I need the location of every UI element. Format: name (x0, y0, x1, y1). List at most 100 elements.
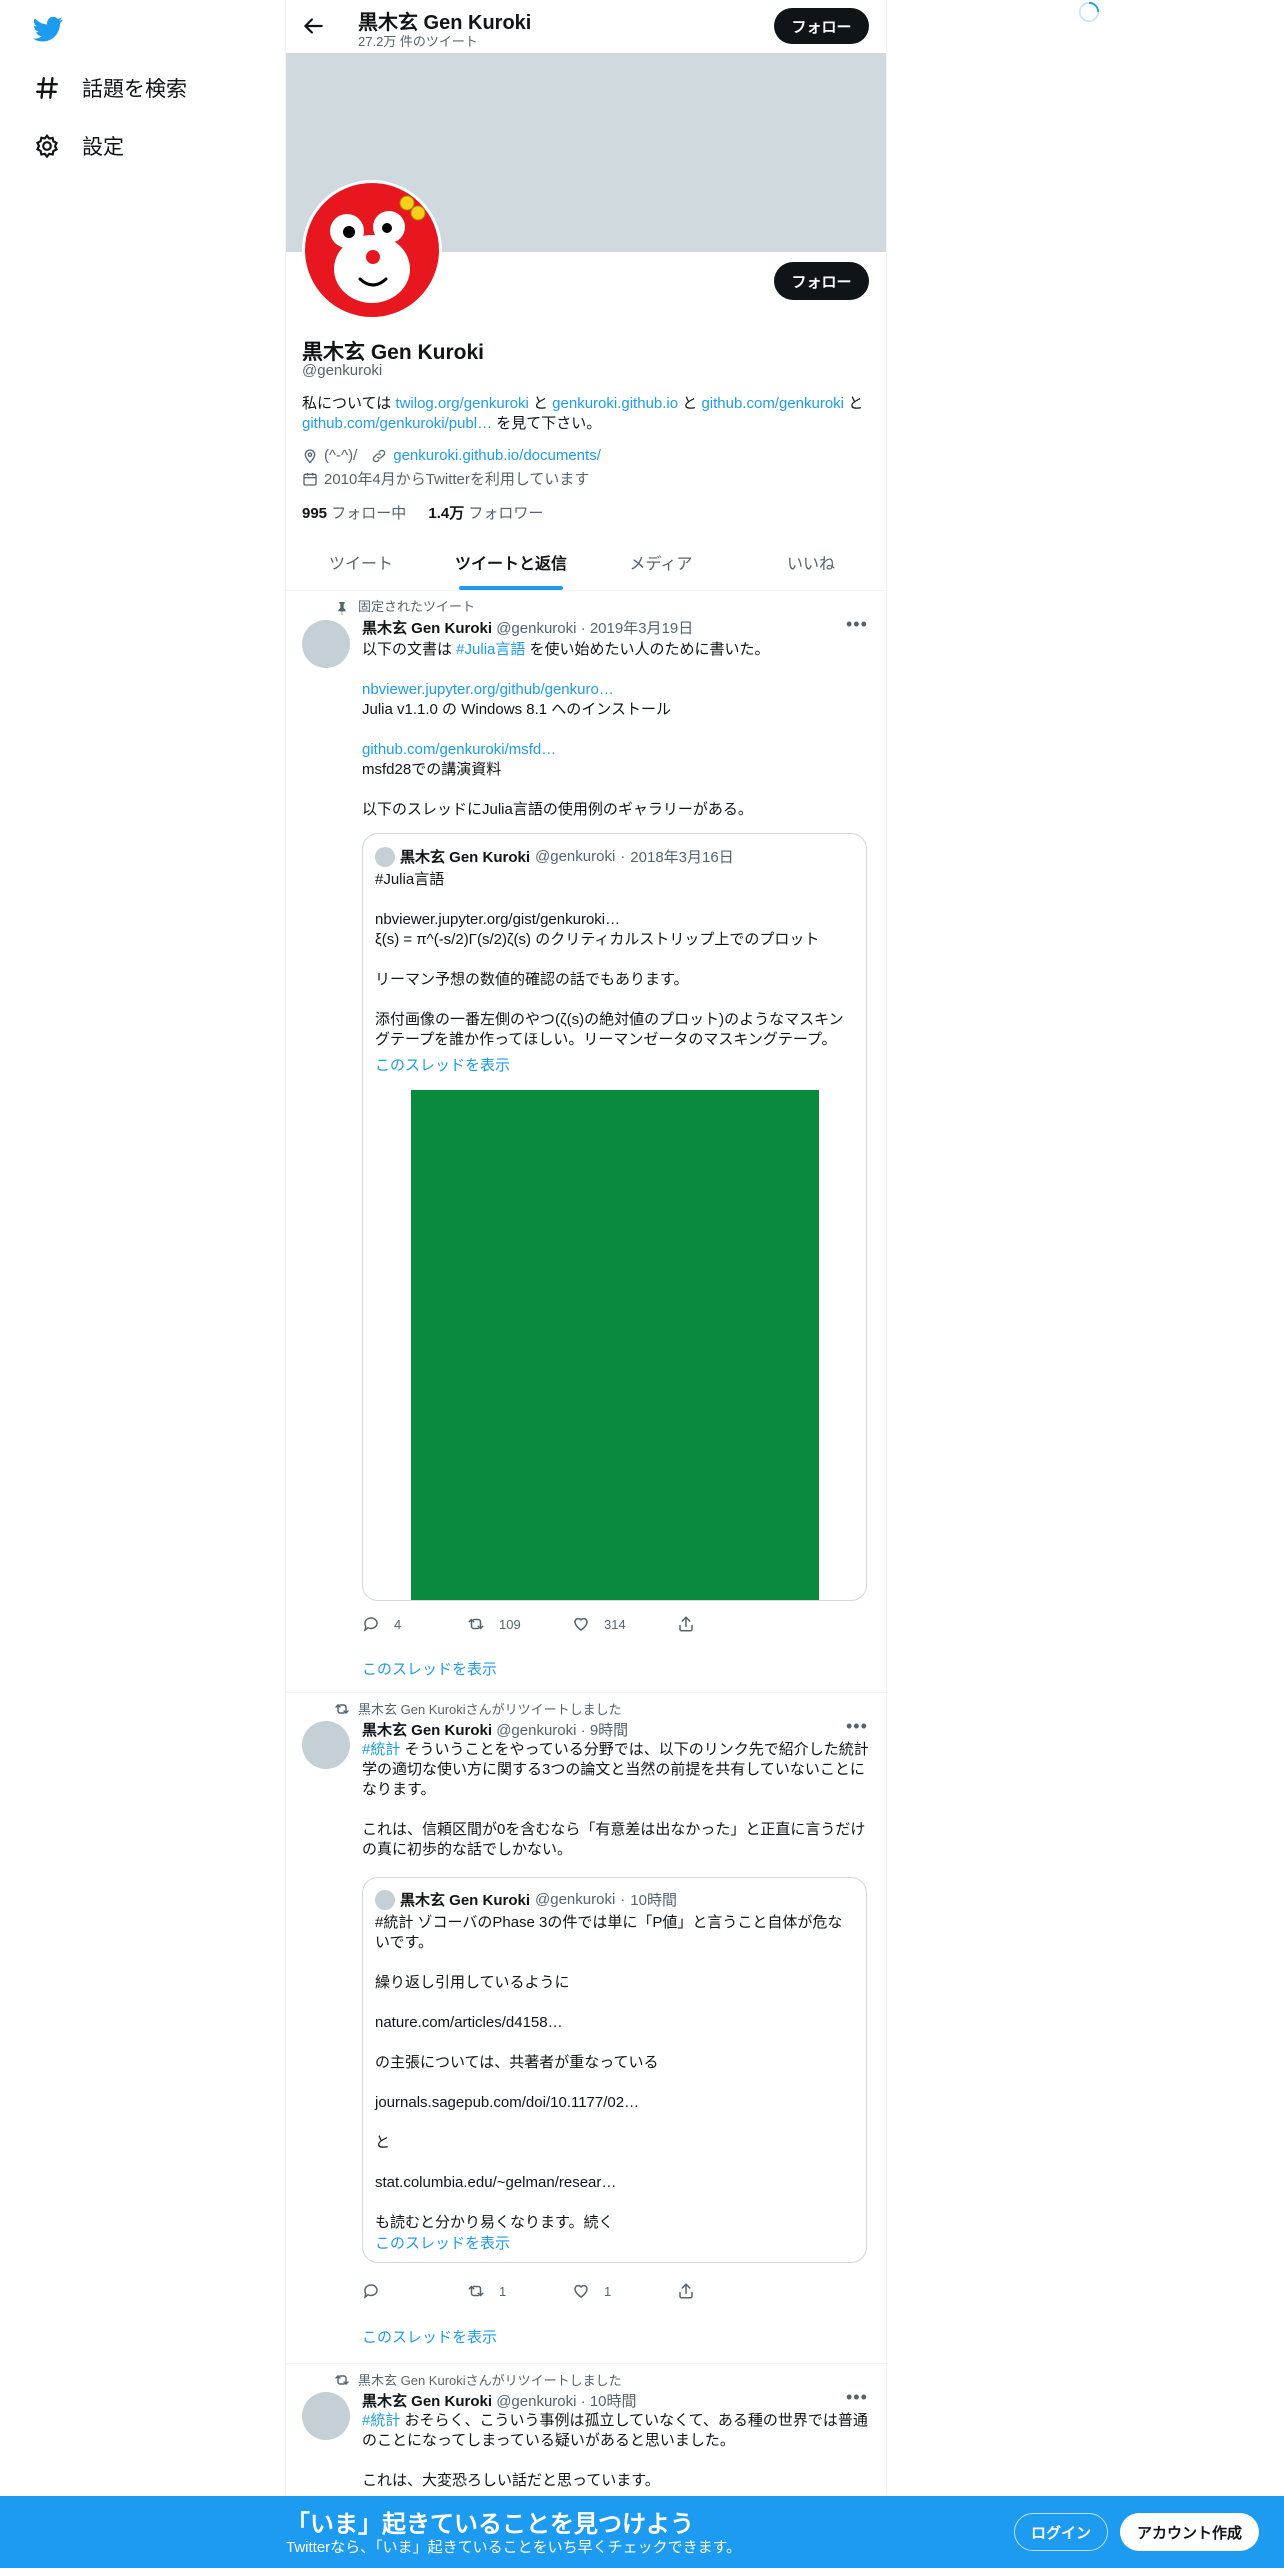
author-name[interactable]: 黒木玄 Gen Kuroki (362, 1722, 492, 1739)
quote-header: 黒木玄 Gen Kuroki @genkuroki · 2018年3月16日 (375, 846, 734, 867)
following-count: 995 (302, 505, 328, 522)
followers-label: フォロワー (468, 505, 544, 522)
quote-author-handle: @genkuroki (535, 848, 616, 865)
hashtag-link[interactable]: #Julia言語 (456, 641, 525, 658)
avatar[interactable] (302, 620, 350, 668)
signup-banner-title: 「いま」起きていることを見つけよう (286, 2511, 694, 2538)
profile-follow-button[interactable]: フォロー (774, 262, 869, 300)
loading-spinner-icon (1078, 1, 1100, 23)
tweet-actions: 4 109 314 (362, 1615, 782, 1633)
bio-link-twilog[interactable]: twilog.org/genkuroki (395, 395, 528, 412)
tweet[interactable]: 固定されたツイート 黒木玄 Gen Kuroki @genkuroki · 20… (286, 590, 886, 1692)
twitter-logo-icon[interactable] (32, 14, 64, 44)
retweet-button[interactable]: 1 (467, 2282, 572, 2300)
tweet-text: おそらく、こういう事例は孤立していなくて、ある種の世界では普通のことになってしま… (362, 2412, 868, 2489)
tweet-time[interactable]: 10時間 (590, 2393, 637, 2410)
like-button[interactable]: 314 (572, 1615, 677, 1633)
profile-tabs: ツイート ツイートと返信 メディア いいね (286, 534, 886, 591)
nav-explore-label: 話題を検索 (82, 78, 187, 101)
quoted-tweet[interactable]: 黒木玄 Gen Kuroki @genkuroki · 2018年3月16日 #… (362, 833, 867, 1601)
author-handle[interactable]: @genkuroki (496, 2393, 576, 2410)
separator-dot: · (580, 620, 586, 637)
tweet-body: #統計 おそらく、こういう事例は孤立していなくて、ある種の世界では普通のことにな… (362, 2411, 872, 2491)
back-arrow-icon[interactable] (300, 13, 326, 39)
tweet-time[interactable]: 2019年3月19日 (590, 620, 693, 637)
tweet[interactable]: 黒木玄 Gen Kurokiさんがリツイートしました 黒木玄 Gen Kurok… (286, 1693, 886, 2363)
show-thread-link[interactable]: このスレッドを表示 (362, 2326, 497, 2347)
author-name[interactable]: 黒木玄 Gen Kuroki (362, 620, 492, 637)
profile-joined: 2010年4月からTwitterを利用しています (324, 471, 590, 488)
share-button[interactable] (677, 2282, 782, 2300)
reply-count: 4 (394, 1616, 402, 1632)
tweet-text: msfd28での講演資料 (362, 761, 502, 778)
tab-media[interactable]: メディア (586, 534, 736, 590)
author-handle[interactable]: @genkuroki (496, 620, 576, 637)
bio-link-github-io[interactable]: genkuroki.github.io (552, 395, 678, 412)
separator-dot: · (580, 2393, 586, 2410)
header-follow-button[interactable]: フォロー (774, 8, 869, 44)
tweet-actions: 1 1 (362, 2282, 782, 2300)
like-count: 314 (604, 1616, 626, 1632)
calendar-icon (303, 472, 317, 486)
quoted-tweet[interactable]: 黒木玄 Gen Kuroki @genkuroki · 10時間 #統計 ゾコー… (362, 1877, 867, 2263)
header-tweet-count: 27.2万 件のツイート (358, 34, 478, 49)
tweet-text: を使い始めたい人のために書いた。 (525, 641, 770, 658)
signup-button[interactable]: アカウント作成 (1120, 2513, 1259, 2551)
tab-likes[interactable]: いいね (736, 534, 886, 590)
reply-button[interactable]: 4 (362, 1615, 467, 1633)
like-button[interactable]: 1 (572, 2282, 677, 2300)
avatar[interactable] (302, 2392, 350, 2440)
more-options-icon[interactable]: ••• (846, 2387, 868, 2408)
hashtag-link[interactable]: #統計 (362, 1741, 400, 1758)
bio-text: 私については (302, 395, 396, 412)
retweet-count: 109 (499, 1616, 521, 1632)
profile-bio: 私については twilog.org/genkuroki と genkuroki.… (302, 394, 872, 434)
avatar[interactable] (302, 1721, 350, 1769)
tweet-context: 固定されたツイート (358, 599, 476, 614)
bio-text: と (844, 395, 864, 412)
tweet-link[interactable]: github.com/genkuroki/msfd… (362, 741, 556, 758)
tab-tweets[interactable]: ツイート (286, 534, 436, 590)
tweet[interactable]: 黒木玄 Gen Kurokiさんがリツイートしました 黒木玄 Gen Kurok… (286, 2364, 886, 2496)
nav-settings[interactable]: 設定 (34, 131, 124, 161)
retweet-icon (335, 1704, 349, 1714)
tab-tweets-and-replies[interactable]: ツイートと返信 (436, 534, 586, 590)
followers-count: 1.4万 (428, 505, 465, 522)
tweet-header: 黒木玄 Gen Kuroki @genkuroki · 9時間 (362, 1719, 628, 1740)
more-options-icon[interactable]: ••• (846, 614, 868, 635)
quote-time: 10時間 (630, 1892, 677, 1909)
quote-show-thread[interactable]: このスレッドを表示 (375, 2232, 510, 2253)
hashtag-link[interactable]: #統計 (362, 2412, 400, 2429)
profile-joined-row: 2010年4月からTwitterを利用しています (302, 468, 589, 489)
nav-explore[interactable]: 話題を検索 (34, 73, 187, 103)
login-button[interactable]: ログイン (1014, 2513, 1108, 2551)
retweet-icon (468, 1618, 484, 1630)
author-handle[interactable]: @genkuroki (496, 1722, 576, 1739)
following-label: フォロー中 (331, 505, 407, 522)
attached-image[interactable] (411, 1090, 819, 1600)
bio-text: と (528, 395, 553, 412)
profile-website-link[interactable]: genkuroki.github.io/documents/ (393, 447, 601, 464)
reply-button[interactable] (362, 2282, 467, 2300)
tweet-body: 以下の文書は #Julia言語 を使い始めたい人のために書いた。 nbviewe… (362, 640, 872, 820)
bio-text: を見て下さい。 (492, 415, 602, 432)
tweet-text: そういうことをやっている分野では、以下のリンク先で紹介した統計学の適切な使い方に… (362, 1741, 869, 1858)
share-icon (679, 2283, 693, 2299)
link-icon (373, 449, 386, 462)
share-button[interactable] (677, 1615, 782, 1633)
tweet-time[interactable]: 9時間 (590, 1722, 628, 1739)
quote-show-thread[interactable]: このスレッドを表示 (375, 1054, 510, 1075)
bio-link-github[interactable]: github.com/genkuroki (701, 395, 844, 412)
followers-link[interactable]: 1.4万 フォロワー (428, 505, 543, 522)
profile-avatar[interactable] (302, 180, 442, 320)
heart-icon (574, 1617, 588, 1631)
tweet-context: 黒木玄 Gen Kurokiさんがリツイートしました (358, 2373, 622, 2388)
profile-handle: @genkuroki (302, 362, 383, 379)
tweet-link[interactable]: nbviewer.jupyter.org/github/genkuro… (362, 681, 614, 698)
bio-link-github-publ[interactable]: github.com/genkuroki/publ… (302, 415, 492, 432)
retweet-button[interactable]: 109 (467, 1615, 572, 1633)
show-thread-link[interactable]: このスレッドを表示 (362, 1658, 497, 1679)
author-name[interactable]: 黒木玄 Gen Kuroki (362, 2393, 492, 2410)
following-link[interactable]: 995 フォロー中 (302, 505, 406, 522)
more-options-icon[interactable]: ••• (846, 1716, 868, 1737)
